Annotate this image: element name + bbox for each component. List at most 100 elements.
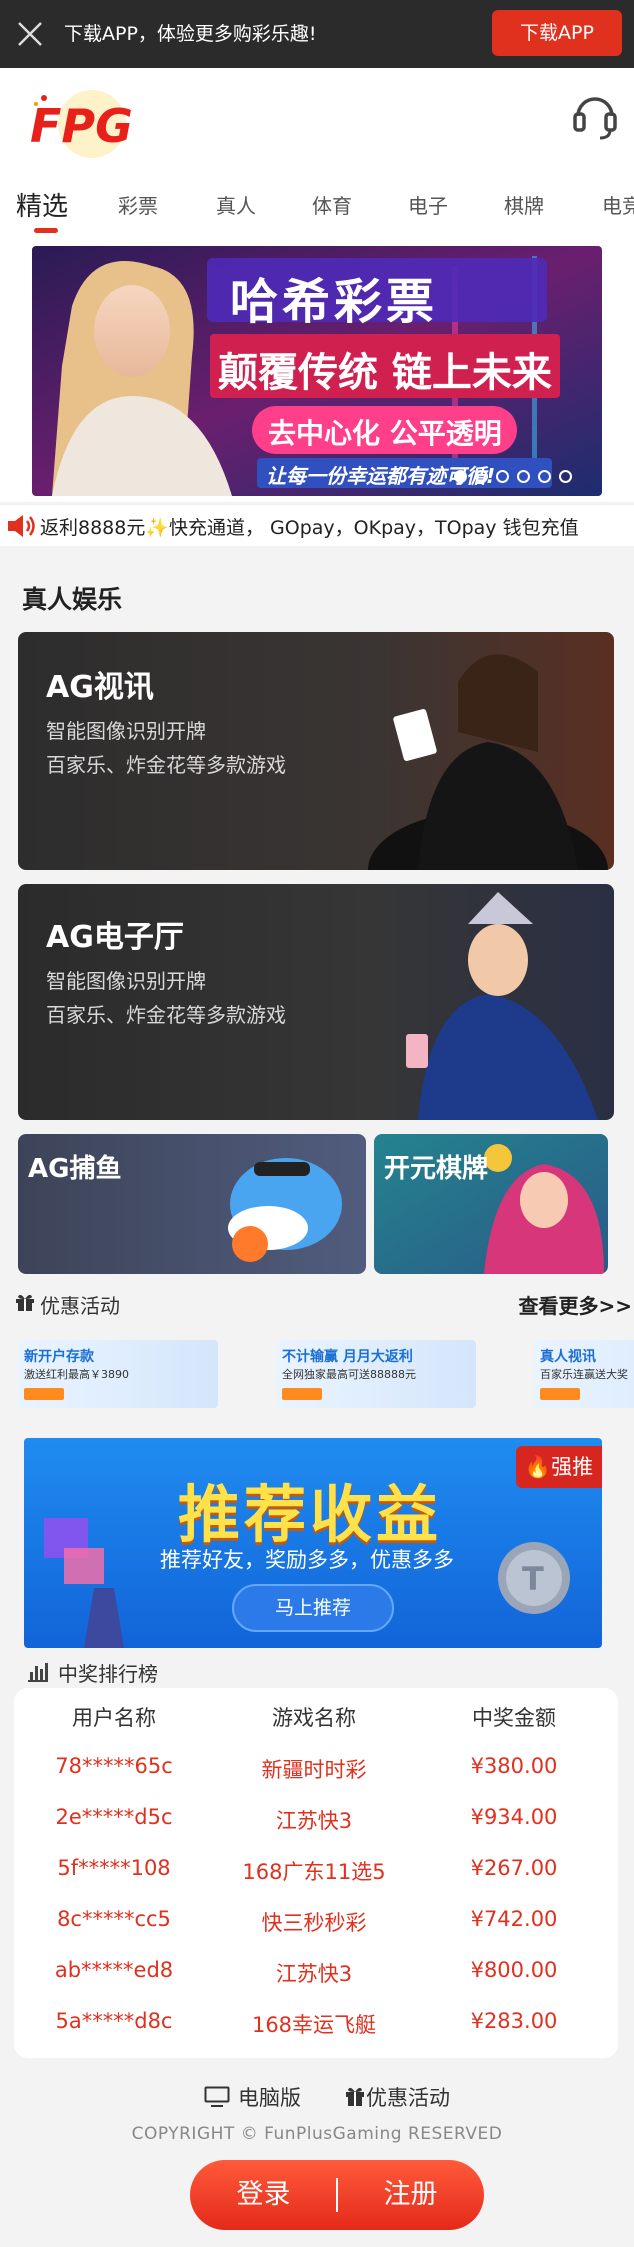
banner-headline: 哈希彩票: [230, 274, 439, 330]
table-cell: ¥800.00: [470, 1958, 558, 1982]
table-cell: ¥742.00: [470, 1907, 558, 1931]
svg-text:FPG: FPG: [30, 99, 133, 153]
game-card-ag-slots[interactable]: AG电子厅 智能图像识别开牌 百家乐、炸金花等多款游戏: [18, 884, 614, 1120]
tab-sports[interactable]: 体育: [312, 190, 352, 219]
game-title: AG捕鱼: [28, 1154, 122, 1184]
table-cell: 5f*****108: [57, 1856, 171, 1880]
carousel-dot[interactable]: [538, 470, 551, 483]
ranking-label: 中奖排行榜: [58, 1662, 158, 1686]
promo-title: 真人视讯: [540, 1349, 596, 1365]
game-desc: 百家乐、炸金花等多款游戏: [46, 1003, 286, 1027]
promo-title: 不计输赢 月月大返利: [282, 1349, 413, 1365]
carousel-dot[interactable]: [559, 470, 572, 483]
column-header: 用户名称: [72, 1706, 156, 1730]
game-card-kaiyuan-cards[interactable]: 开元棋牌: [374, 1134, 608, 1274]
bar-chart-icon: [28, 1663, 48, 1682]
banner-line3: 去中心化 公平透明: [268, 417, 502, 450]
monitor-icon: [204, 2086, 230, 2107]
table-cell: ¥283.00: [470, 2009, 558, 2033]
footer-links: 电脑版 优惠活动: [0, 2078, 634, 2114]
carousel-dot[interactable]: [517, 470, 530, 483]
promo-tag: [540, 1388, 580, 1400]
game-desc: 智能图像识别开牌: [46, 719, 206, 743]
referral-title: 推荐收益: [178, 1478, 443, 1551]
carousel-dot[interactable]: [454, 470, 467, 483]
gift-icon: [346, 2087, 364, 2106]
table-cell: ab*****ed8: [54, 1958, 174, 1982]
tab-featured[interactable]: 精选: [16, 186, 68, 223]
login-button[interactable]: 登录: [190, 2160, 337, 2230]
table-cell: 新疆时时彩: [261, 1758, 367, 1782]
carousel-dots: [454, 470, 572, 483]
referral-banner[interactable]: T 推荐收益 推荐好友，奖励多多，优惠多多 马上推荐 🔥强推: [24, 1438, 602, 1648]
view-more-link[interactable]: 查看更多>>: [518, 1290, 632, 1319]
table-cell: 168广东11选5: [242, 1860, 386, 1884]
download-bar: 下载APP，体验更多购彩乐趣! 下载APP: [0, 0, 634, 68]
active-tab-indicator: [34, 228, 58, 233]
promo-title: 新开户存款: [24, 1349, 94, 1365]
table-cell: ¥380.00: [470, 1754, 558, 1778]
gift-icon: [16, 1294, 34, 1311]
table-cell: ¥934.00: [470, 1805, 558, 1829]
download-bar-text: 下载APP，体验更多购彩乐趣!: [64, 23, 317, 45]
hot-tag: 🔥强推: [516, 1446, 602, 1488]
column-header: 中奖金额: [472, 1706, 556, 1730]
svg-text:T: T: [522, 1560, 544, 1598]
referral-subtitle: 推荐好友，奖励多多，优惠多多: [160, 1548, 454, 1572]
promo-tag: [24, 1388, 64, 1400]
footer-promotions-link[interactable]: 优惠活动: [366, 2082, 450, 2112]
tab-esports[interactable]: 电竞: [602, 190, 634, 219]
game-card-ag-live[interactable]: AG视讯 智能图像识别开牌 百家乐、炸金花等多款游戏: [18, 632, 614, 870]
game-title: 开元棋牌: [384, 1154, 489, 1184]
banner-carousel[interactable]: 哈希彩票 颠覆传统 链上未来 去中心化 公平透明 让每一份幸运都有迹可循!: [0, 240, 634, 502]
table-cell: 2e*****d5c: [55, 1805, 173, 1829]
tab-lottery[interactable]: 彩票: [118, 190, 158, 219]
promo-item[interactable]: 新开户存款 激送红利最高￥3890: [18, 1340, 218, 1408]
section-title: 真人娱乐: [22, 585, 123, 614]
promo-tag: [282, 1388, 322, 1400]
auth-buttons: 登录 注册: [190, 2160, 484, 2230]
tab-cards[interactable]: 棋牌: [504, 190, 544, 219]
promotions-label: 优惠活动: [40, 1294, 120, 1318]
download-app-button[interactable]: 下载APP: [492, 10, 622, 56]
hash-lottery-banner[interactable]: 哈希彩票 颠覆传统 链上未来 去中心化 公平透明 让每一份幸运都有迹可循!: [32, 246, 602, 496]
fpg-logo[interactable]: FPG: [26, 84, 148, 164]
refer-now-button[interactable]: 马上推荐: [232, 1584, 394, 1632]
promo-sub: 百家乐连赢送大奖: [540, 1368, 628, 1381]
promo-item[interactable]: 不计输赢 月月大返利 全网独家最高可送88888元: [276, 1340, 476, 1408]
column-header: 游戏名称: [272, 1706, 356, 1730]
table-cell: ¥267.00: [470, 1856, 558, 1880]
promo-item[interactable]: 真人视讯 百家乐连赢送大奖: [534, 1340, 634, 1408]
tab-live[interactable]: 真人: [216, 190, 256, 219]
table-cell: 江苏快3: [275, 1809, 353, 1833]
game-desc: 智能图像识别开牌: [46, 969, 206, 993]
header: FPG: [0, 68, 634, 176]
banner-line2: 颠覆传统 链上未来: [218, 350, 552, 396]
tab-slots[interactable]: 电子: [408, 190, 448, 219]
table-cell: 5a*****d8c: [55, 2009, 173, 2033]
notice-text: 返利8888元✨快充通道， GOpay，OKpay，TOpay 钱包充值: [40, 517, 579, 539]
table-cell: 78*****65c: [55, 1754, 173, 1778]
close-icon[interactable]: [12, 18, 48, 50]
table-cell: 8c*****cc5: [57, 1907, 171, 1931]
promo-sub: 激送红利最高￥3890: [24, 1368, 129, 1381]
promotions-header: 优惠活动 查看更多>>: [0, 1288, 634, 1318]
fire-icon: 🔥: [524, 1455, 552, 1479]
winners-table: 用户名称 游戏名称 中奖金额 78*****65c 新疆时时彩 ¥380.00 …: [14, 1688, 618, 2058]
speaker-icon: [8, 515, 35, 537]
table-cell: 168幸运飞艇: [251, 2013, 377, 2037]
register-button[interactable]: 注册: [337, 2160, 484, 2230]
promotions-strip: 新开户存款 激送红利最高￥3890 不计输赢 月月大返利 全网独家最高可送888…: [0, 1340, 634, 1412]
table-cell: 快三秒秒彩: [261, 1911, 367, 1935]
promo-sub: 全网独家最高可送88888元: [282, 1368, 416, 1381]
game-title: AG视讯: [46, 670, 154, 705]
game-title: AG电子厅: [46, 920, 184, 955]
hot-tag-label: 强推: [551, 1455, 594, 1479]
notice-marquee[interactable]: 返利8888元✨快充通道， GOpay，OKpay，TOpay 钱包充值: [0, 504, 634, 546]
carousel-dot[interactable]: [496, 470, 509, 483]
carousel-dot[interactable]: [475, 470, 488, 483]
category-tabs: 精选 彩票 真人 体育 电子 棋牌 电竞: [0, 176, 634, 240]
game-card-ag-fishing[interactable]: AG捕鱼: [18, 1134, 366, 1274]
headset-icon[interactable]: [572, 88, 618, 140]
desktop-version-link[interactable]: 电脑版: [238, 2082, 301, 2112]
